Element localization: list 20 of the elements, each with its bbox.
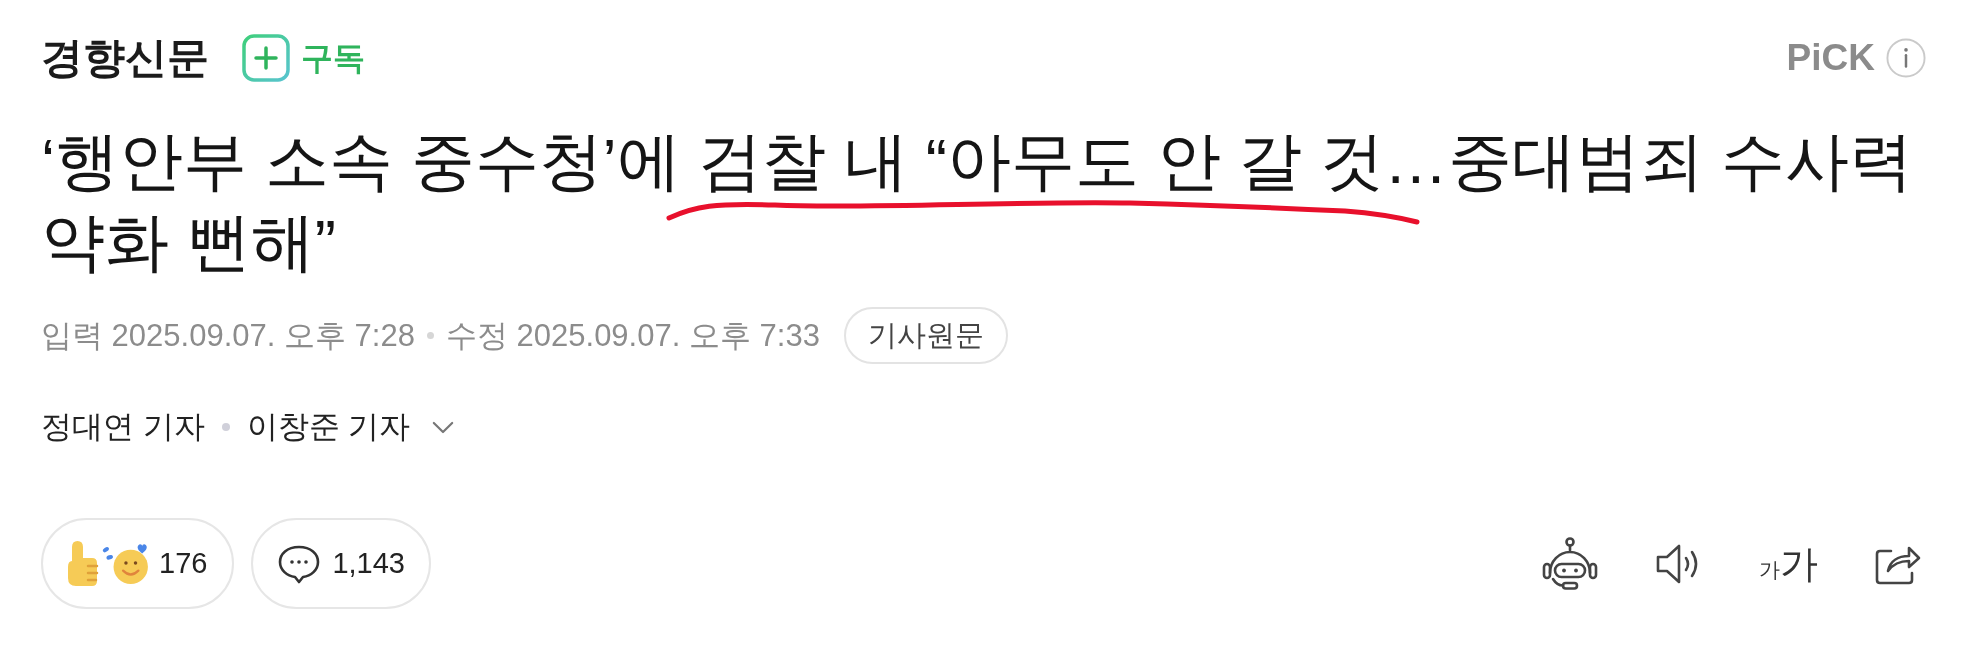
reaction-button[interactable]: 176: [41, 518, 235, 609]
separator-dot: [426, 332, 434, 339]
font-size-button[interactable]: 가가: [1759, 544, 1818, 583]
original-article-button[interactable]: 기사원문: [843, 307, 1008, 364]
article-headline: 약화 뻔해”: [41, 205, 336, 279]
chevron-down-icon[interactable]: [432, 420, 455, 434]
speech-bubble-icon: [277, 543, 322, 584]
published-time: 입력 2025.09.07. 오후 7:28: [41, 316, 415, 355]
reporter-name[interactable]: 정대연 기자: [41, 408, 205, 446]
comment-button[interactable]: 1,143: [251, 518, 431, 609]
separator-dot: [221, 423, 230, 431]
robot-icon[interactable]: [1541, 536, 1599, 591]
smiley-face-icon: [101, 542, 149, 585]
thumbs-up-icon: [68, 541, 101, 586]
newspaper-logo[interactable]: 경향신문: [41, 36, 209, 79]
article-headline: ‘행안부 소속 중수청’에 검찰 내 “아무도 안 갈 것…중대범죄 수사력: [41, 124, 1914, 198]
reporter-name[interactable]: 이창준 기자: [246, 408, 411, 446]
pick-label: PiCK: [1786, 39, 1875, 76]
plus-icon: [242, 33, 290, 82]
modified-time: 수정 2025.09.07. 오후 7:33: [445, 316, 820, 355]
